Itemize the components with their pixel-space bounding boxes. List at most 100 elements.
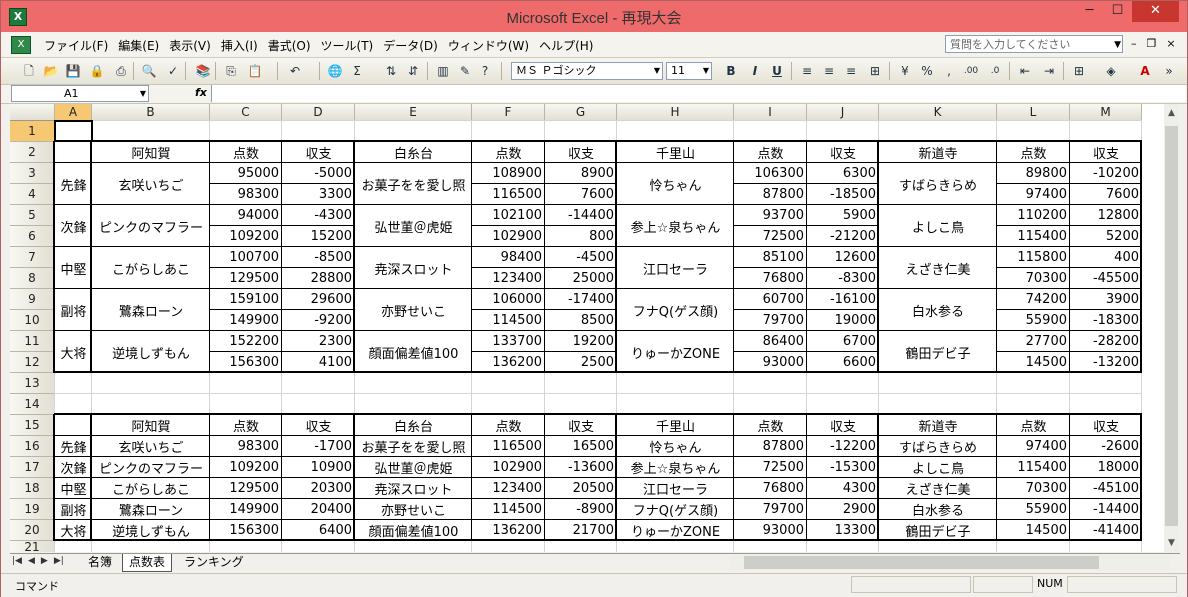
balance-header-cell[interactable]: 収支 [282, 415, 355, 436]
row-header-10[interactable]: 10 [10, 310, 55, 331]
column-header-e[interactable]: E [355, 104, 472, 121]
first-sheet-icon[interactable]: |◀ [12, 556, 22, 566]
position-cell[interactable]: 大将 [55, 520, 92, 541]
player-name-cell[interactable]: よしこ鳥 [879, 457, 997, 478]
balance-cell[interactable]: 5900 [807, 205, 879, 226]
row-header-6[interactable]: 6 [10, 226, 55, 247]
menu-item[interactable]: 書式(O) [265, 37, 318, 54]
column-header-h[interactable]: H [617, 104, 734, 121]
balance-cell[interactable]: -1700 [282, 436, 355, 457]
column-header-f[interactable]: F [472, 104, 545, 121]
font-size-select[interactable]: 11 ▼ [666, 62, 712, 80]
open-icon[interactable]: 📂 [43, 63, 59, 79]
player-name-cell[interactable]: 鷺森ローン [92, 289, 210, 331]
score-header-cell[interactable]: 点数 [734, 142, 807, 163]
balance-cell[interactable]: -10200 [1070, 163, 1142, 184]
balance-cell[interactable]: 20300 [282, 478, 355, 499]
score-cell[interactable]: 116500 [472, 184, 545, 205]
balance-cell[interactable]: 20500 [545, 478, 617, 499]
player-name-cell[interactable]: 逆境しずもん [92, 520, 210, 541]
tab-ranking[interactable]: ランキング [178, 554, 250, 571]
balance-cell[interactable]: 4300 [807, 478, 879, 499]
align-left-icon[interactable]: ≡ [799, 63, 815, 79]
menu-item[interactable]: データ(D) [380, 37, 445, 54]
vertical-scroll-thumb[interactable] [1165, 126, 1178, 526]
balance-header-cell[interactable]: 収支 [545, 415, 617, 436]
score-header-cell[interactable]: 点数 [997, 142, 1070, 163]
new-icon[interactable]: 🗋 [21, 63, 37, 79]
player-name-cell[interactable]: えざき仁美 [879, 247, 997, 289]
score-cell[interactable]: 76800 [734, 268, 807, 289]
balance-cell[interactable]: 6400 [282, 520, 355, 541]
score-header-cell[interactable]: 点数 [472, 415, 545, 436]
player-name-cell[interactable]: りゅーかZONE [617, 520, 734, 541]
score-cell[interactable]: 129500 [210, 478, 282, 499]
decrease-indent-icon[interactable]: ⇤ [1017, 63, 1033, 79]
player-name-cell[interactable]: 怜ちゃん [617, 436, 734, 457]
player-name-cell[interactable]: 白水参る [879, 289, 997, 331]
position-cell[interactable]: 次鋒 [55, 205, 92, 247]
player-name-cell[interactable]: 尭深スロット [355, 478, 472, 499]
player-name-cell[interactable]: ピンクのマフラー [92, 205, 210, 247]
score-cell[interactable]: 85100 [734, 247, 807, 268]
balance-cell[interactable]: 12600 [807, 247, 879, 268]
score-cell[interactable]: 136200 [472, 520, 545, 541]
help-icon[interactable]: ? [477, 63, 493, 79]
undo-icon[interactable]: ↶ [287, 63, 303, 79]
score-cell[interactable]: 123400 [472, 478, 545, 499]
player-name-cell[interactable]: 亦野せいこ [355, 499, 472, 520]
balance-cell[interactable]: -17400 [545, 289, 617, 310]
balance-cell[interactable]: -18300 [1070, 310, 1142, 331]
score-cell[interactable]: 14500 [997, 520, 1070, 541]
row-header-8[interactable]: 8 [10, 268, 55, 289]
header-blank-cell[interactable] [55, 142, 92, 163]
row-header-2[interactable]: 2 [10, 142, 55, 163]
horizontal-scrollbar[interactable] [730, 555, 1170, 570]
balance-cell[interactable]: 400 [1070, 247, 1142, 268]
merge-center-icon[interactable]: ⊞ [867, 63, 883, 79]
score-cell[interactable]: 95000 [210, 163, 282, 184]
score-cell[interactable]: 102900 [472, 457, 545, 478]
score-cell[interactable]: 116500 [472, 436, 545, 457]
balance-cell[interactable]: -14400 [545, 205, 617, 226]
tab-tensuhyo[interactable]: 点数表 [122, 554, 173, 572]
prev-sheet-icon[interactable]: ◀ [28, 556, 35, 566]
player-name-cell[interactable]: 怜ちゃん [617, 163, 734, 205]
balance-cell[interactable]: -21200 [807, 226, 879, 247]
position-cell[interactable]: 副将 [55, 289, 92, 331]
player-name-cell[interactable]: りゅーかZONE [617, 331, 734, 373]
score-cell[interactable]: 94000 [210, 205, 282, 226]
sort-ascending-icon[interactable]: ⇅ [383, 63, 399, 79]
balance-cell[interactable]: 5200 [1070, 226, 1142, 247]
score-cell[interactable]: 106300 [734, 163, 807, 184]
player-name-cell[interactable]: 参上☆泉ちゃん [617, 205, 734, 247]
player-name-cell[interactable]: すばらきらめ [879, 163, 997, 205]
help-search-input[interactable]: 質問を入力してください ▼ [945, 35, 1123, 53]
chart-wizard-icon[interactable]: ▥ [435, 63, 451, 79]
balance-cell[interactable]: -41400 [1070, 520, 1142, 541]
row-header-11[interactable]: 11 [10, 331, 55, 352]
score-cell[interactable]: 114500 [472, 310, 545, 331]
row-header-9[interactable]: 9 [10, 289, 55, 310]
balance-cell[interactable]: -16100 [807, 289, 879, 310]
row-header-13[interactable]: 13 [10, 373, 55, 394]
toolbar-options-icon[interactable]: » [1161, 63, 1177, 79]
balance-cell[interactable]: -45500 [1070, 268, 1142, 289]
score-cell[interactable]: 102100 [472, 205, 545, 226]
player-name-cell[interactable]: フナQ(ゲス顔) [617, 289, 734, 331]
balance-cell[interactable]: 19200 [545, 331, 617, 352]
autosum-icon[interactable]: Σ [349, 63, 365, 79]
balance-cell[interactable]: 3900 [1070, 289, 1142, 310]
player-name-cell[interactable]: 玄咲いちご [92, 436, 210, 457]
player-name-cell[interactable]: えざき仁美 [879, 478, 997, 499]
balance-cell[interactable]: 29600 [282, 289, 355, 310]
balance-cell[interactable]: 21700 [545, 520, 617, 541]
player-name-cell[interactable]: 尭深スロット [355, 247, 472, 289]
balance-cell[interactable]: -18500 [807, 184, 879, 205]
player-name-cell[interactable]: 弘世菫＠虎姫 [355, 205, 472, 247]
column-header-k[interactable]: K [879, 104, 997, 121]
player-name-cell[interactable]: 江口セーラ [617, 247, 734, 289]
balance-cell[interactable]: -12200 [807, 436, 879, 457]
maximize-button[interactable]: ☐ [1104, 1, 1131, 22]
score-cell[interactable]: 156300 [210, 520, 282, 541]
